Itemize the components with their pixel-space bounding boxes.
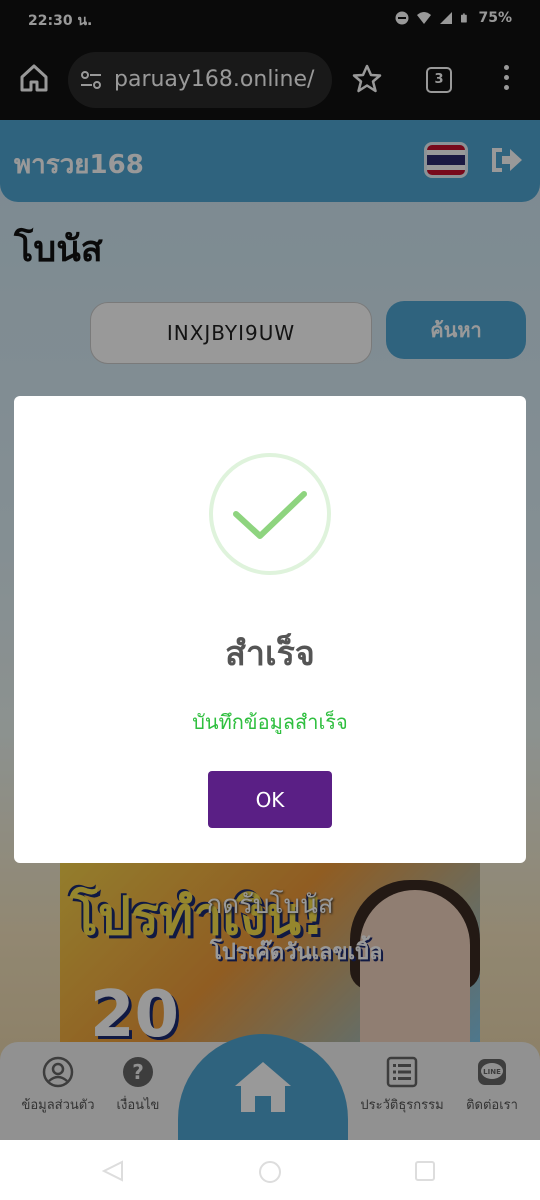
back-nav-icon[interactable] (102, 1160, 124, 1182)
home-nav-icon[interactable] (258, 1160, 282, 1184)
dialog-message: บันทึกข้อมูลสำเร็จ (192, 710, 348, 734)
success-check-icon (209, 453, 331, 575)
dialog-title: สำเร็จ (225, 634, 315, 674)
ok-button[interactable]: OK (208, 771, 332, 828)
recents-nav-icon[interactable] (414, 1160, 436, 1182)
success-dialog: สำเร็จ บันทึกข้อมูลสำเร็จ OK (14, 396, 526, 863)
android-nav-bar (0, 1140, 540, 1200)
